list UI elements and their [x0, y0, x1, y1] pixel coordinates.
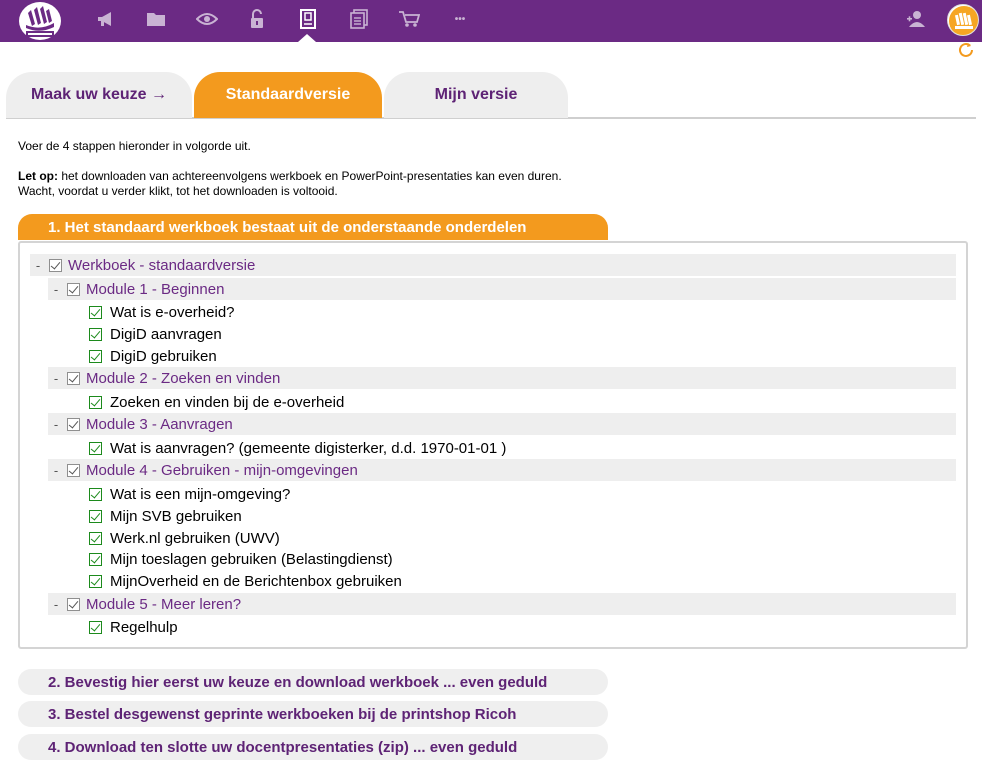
tree-root-row[interactable]: - Werkboek - standaardversie: [30, 254, 956, 276]
item-label: Zoeken en vinden bij de e-overheid: [110, 393, 345, 411]
tree-item[interactable]: Werk.nl gebruiken (UWV): [86, 527, 280, 549]
module-row[interactable]: - Module 1 - Beginnen: [48, 278, 956, 300]
checkbox-checked-icon[interactable]: [89, 349, 102, 363]
intro-line: Voer de 4 stappen hieronder in volgorde …: [18, 139, 251, 153]
tab-bar: Maak uw keuze → Standaardversie Mijn ver…: [6, 72, 976, 119]
checkbox-icon[interactable]: [67, 417, 80, 431]
workbook-tree-panel: - Werkboek - standaardversie - Module 1 …: [18, 241, 968, 649]
checkbox-icon[interactable]: [67, 371, 80, 385]
active-nav-indicator: [298, 34, 316, 42]
tree-item[interactable]: Mijn toeslagen gebruiken (Belastingdiens…: [86, 548, 393, 570]
top-nav-bar: •••: [0, 0, 982, 42]
module-label[interactable]: Module 4 - Gebruiken - mijn-omgevingen: [86, 462, 358, 479]
checkbox-checked-icon[interactable]: [89, 509, 102, 523]
checkbox-icon[interactable]: [67, 282, 80, 296]
tab-mijn-versie[interactable]: Mijn versie: [384, 72, 568, 118]
download-note: Let op: het downloaden van achtereenvolg…: [18, 169, 718, 199]
step-3-header[interactable]: 3. Bestel desgewenst geprinte werkboeken…: [18, 701, 608, 727]
more-icon[interactable]: •••: [448, 8, 472, 30]
item-label: Mijn toeslagen gebruiken (Belastingdiens…: [110, 550, 393, 568]
eye-icon[interactable]: [195, 8, 219, 30]
logo-icon[interactable]: [18, 1, 62, 41]
note-line2: Wacht, voordat u verder klikt, tot het d…: [18, 184, 338, 198]
item-label: Regelhulp: [110, 618, 178, 636]
avatar[interactable]: [947, 4, 979, 36]
collapse-toggle[interactable]: -: [48, 282, 64, 297]
step-2-header[interactable]: 2. Bevestig hier eerst uw keuze en downl…: [18, 669, 608, 695]
note-text: het downloaden van achtereenvolgens werk…: [58, 169, 562, 183]
tree-item[interactable]: DigiD aanvragen: [86, 323, 222, 345]
checkbox-icon[interactable]: [49, 258, 62, 272]
cart-icon[interactable]: [397, 8, 421, 30]
module-label[interactable]: Module 3 - Aanvragen: [86, 416, 233, 433]
tree-item[interactable]: MijnOverheid en de Berichtenbox gebruike…: [86, 570, 402, 592]
tree-item[interactable]: Wat is e-overheid?: [86, 301, 235, 323]
module-row[interactable]: - Module 5 - Meer leren?: [48, 593, 956, 615]
documents-icon[interactable]: [347, 8, 371, 30]
module-row[interactable]: - Module 2 - Zoeken en vinden: [48, 367, 956, 389]
checkbox-checked-icon[interactable]: [89, 441, 102, 455]
checkbox-icon[interactable]: [67, 463, 80, 477]
module-row[interactable]: - Module 3 - Aanvragen: [48, 413, 956, 435]
checkbox-checked-icon[interactable]: [89, 327, 102, 341]
collapse-toggle[interactable]: -: [48, 417, 64, 432]
user-icon[interactable]: [905, 9, 927, 29]
unlock-icon[interactable]: [245, 8, 269, 30]
item-label: Wat is een mijn-omgeving?: [110, 485, 291, 503]
tree-item[interactable]: Wat is een mijn-omgeving?: [86, 483, 290, 505]
book-icon[interactable]: [296, 8, 320, 30]
item-label: DigiD aanvragen: [110, 325, 222, 343]
step-1-header[interactable]: 1. Het standaard werkboek bestaat uit de…: [18, 214, 608, 240]
module-label[interactable]: Module 5 - Meer leren?: [86, 596, 241, 613]
module-label[interactable]: Module 2 - Zoeken en vinden: [86, 370, 280, 387]
collapse-toggle[interactable]: -: [30, 258, 46, 273]
tree-item[interactable]: Mijn SVB gebruiken: [86, 505, 242, 527]
checkbox-checked-icon[interactable]: [89, 531, 102, 545]
tree-root-label[interactable]: Werkboek - standaardversie: [68, 257, 255, 274]
checkbox-checked-icon[interactable]: [89, 395, 102, 409]
tree-item[interactable]: Zoeken en vinden bij de e-overheid: [86, 391, 344, 413]
item-label: Wat is e-overheid?: [110, 303, 235, 321]
checkbox-checked-icon[interactable]: [89, 620, 102, 634]
checkbox-checked-icon[interactable]: [89, 574, 102, 588]
item-label: DigiD gebruiken: [110, 347, 217, 365]
item-label: Wat is aanvragen? (gemeente digisterker,…: [110, 439, 507, 457]
item-label: Werk.nl gebruiken (UWV): [110, 529, 280, 547]
tree-item[interactable]: DigiD gebruiken: [86, 345, 217, 367]
intro-text: Voer de 4 stappen hieronder in volgorde …: [18, 139, 718, 199]
tab-standaardversie[interactable]: Standaardversie: [194, 72, 382, 118]
collapse-toggle[interactable]: -: [48, 463, 64, 478]
collapse-toggle[interactable]: -: [48, 371, 64, 386]
module-row[interactable]: - Module 4 - Gebruiken - mijn-omgevingen: [48, 459, 956, 481]
megaphone-icon[interactable]: [94, 8, 118, 30]
folder-icon[interactable]: [144, 8, 168, 30]
item-label: MijnOverheid en de Berichtenbox gebruike…: [110, 572, 402, 590]
step-4-header[interactable]: 4. Download ten slotte uw docentpresenta…: [18, 734, 608, 760]
tree-item[interactable]: Wat is aanvragen? (gemeente digisterker,…: [86, 437, 506, 459]
collapse-toggle[interactable]: -: [48, 597, 64, 612]
checkbox-icon[interactable]: [67, 597, 80, 611]
checkbox-checked-icon[interactable]: [89, 552, 102, 566]
checkbox-checked-icon[interactable]: [89, 305, 102, 319]
checkbox-checked-icon[interactable]: [89, 487, 102, 501]
module-label[interactable]: Module 1 - Beginnen: [86, 281, 224, 298]
note-prefix: Let op:: [18, 169, 58, 183]
refresh-icon[interactable]: [956, 40, 976, 60]
tree-item[interactable]: Regelhulp: [86, 616, 178, 638]
item-label: Mijn SVB gebruiken: [110, 507, 242, 525]
tab-maak-uw-keuze[interactable]: Maak uw keuze →: [6, 72, 192, 118]
